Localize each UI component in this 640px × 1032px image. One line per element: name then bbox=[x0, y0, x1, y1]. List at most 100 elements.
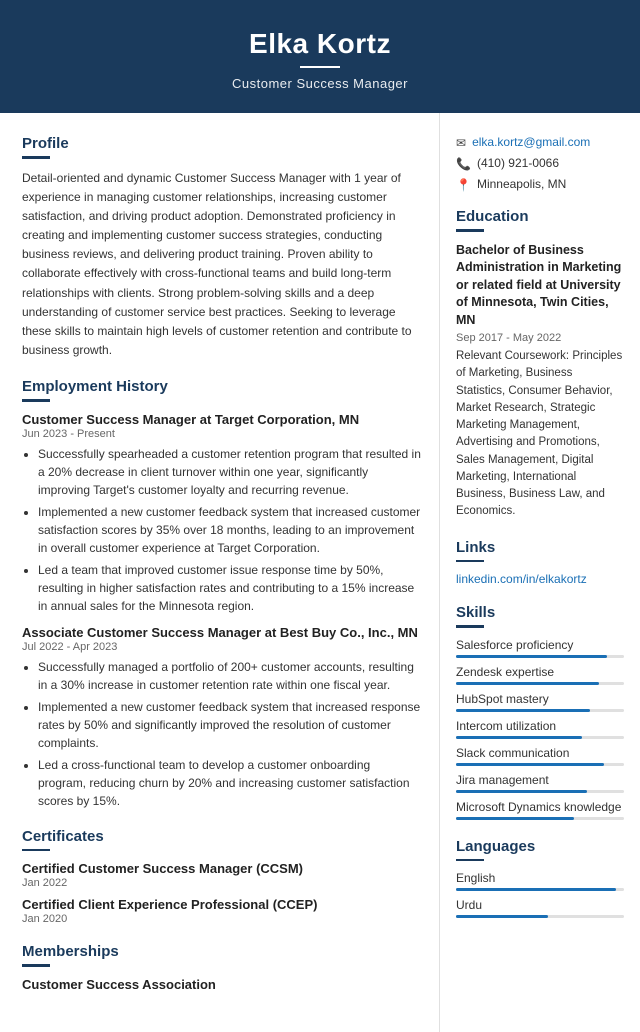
profile-title: Profile bbox=[22, 135, 421, 152]
skill-bar-bg-2 bbox=[456, 709, 624, 712]
skill-bar-bg-1 bbox=[456, 682, 624, 685]
skill-item-6: Microsoft Dynamics knowledge bbox=[456, 800, 624, 820]
languages-title: Languages bbox=[456, 838, 624, 855]
skill-bar-bg-3 bbox=[456, 736, 624, 739]
certificates-underline bbox=[22, 849, 50, 852]
skill-item-0: Salesforce proficiency bbox=[456, 638, 624, 658]
employment-section: Employment History Customer Success Mana… bbox=[22, 378, 421, 810]
email-link[interactable]: elka.kortz@gmail.com bbox=[472, 135, 590, 149]
languages-list: English Urdu bbox=[456, 871, 624, 918]
lang-bar-fill-1 bbox=[456, 915, 548, 918]
candidate-name: Elka Kortz bbox=[20, 28, 620, 60]
skill-name-4: Slack communication bbox=[456, 746, 624, 760]
header-divider bbox=[300, 66, 340, 68]
skills-section: Skills Salesforce proficiency Zendesk ex… bbox=[456, 604, 624, 820]
skill-bar-fill-5 bbox=[456, 790, 587, 793]
job-1-bullet-2: Implemented a new customer feedback syst… bbox=[38, 503, 421, 557]
coursework-text: Principles of Marketing, Business Statis… bbox=[456, 350, 622, 517]
cert-2-date: Jan 2020 bbox=[22, 913, 421, 925]
job-2-bullet-2: Implemented a new customer feedback syst… bbox=[38, 698, 421, 752]
profile-text: Detail-oriented and dynamic Customer Suc… bbox=[22, 169, 421, 361]
job-1-bullet-1: Successfully spearheaded a customer rete… bbox=[38, 445, 421, 499]
job-2-title: Associate Customer Success Manager at Be… bbox=[22, 625, 421, 640]
lang-bar-fill-0 bbox=[456, 888, 616, 891]
skill-name-0: Salesforce proficiency bbox=[456, 638, 624, 652]
certificates-section: Certificates Certified Customer Success … bbox=[22, 828, 421, 926]
skill-item-3: Intercom utilization bbox=[456, 719, 624, 739]
education-title: Education bbox=[456, 208, 624, 225]
job-1: Customer Success Manager at Target Corpo… bbox=[22, 412, 421, 615]
skill-name-2: HubSpot mastery bbox=[456, 692, 624, 706]
links-title: Links bbox=[456, 539, 624, 556]
skill-bar-fill-0 bbox=[456, 655, 607, 658]
cert-2: Certified Client Experience Professional… bbox=[22, 897, 421, 925]
location-icon: 📍 bbox=[456, 178, 471, 192]
skill-name-3: Intercom utilization bbox=[456, 719, 624, 733]
employment-underline bbox=[22, 399, 50, 402]
certificates-title: Certificates bbox=[22, 828, 421, 845]
contact-phone-item: 📞 (410) 921-0066 bbox=[456, 156, 624, 171]
skill-item-5: Jira management bbox=[456, 773, 624, 793]
edu-coursework: Relevant Coursework: Principles of Marke… bbox=[456, 348, 624, 521]
skills-underline bbox=[456, 625, 484, 628]
job-2: Associate Customer Success Manager at Be… bbox=[22, 625, 421, 810]
skill-item-2: HubSpot mastery bbox=[456, 692, 624, 712]
lang-item-0: English bbox=[456, 871, 624, 891]
cert-1-title: Certified Customer Success Manager (CCSM… bbox=[22, 861, 421, 876]
memberships-section: Memberships Customer Success Association bbox=[22, 943, 421, 992]
contact-phone: (410) 921-0066 bbox=[477, 156, 559, 170]
lang-bar-bg-0 bbox=[456, 888, 624, 891]
skill-bar-fill-1 bbox=[456, 682, 599, 685]
phone-icon: 📞 bbox=[456, 157, 471, 171]
links-section: Links linkedin.com/in/elkakortz bbox=[456, 539, 624, 587]
resume-header: Elka Kortz Customer Success Manager bbox=[0, 0, 640, 113]
skill-name-6: Microsoft Dynamics knowledge bbox=[456, 800, 624, 814]
skill-item-4: Slack communication bbox=[456, 746, 624, 766]
contact-location-item: 📍 Minneapolis, MN bbox=[456, 177, 624, 192]
skill-name-1: Zendesk expertise bbox=[456, 665, 624, 679]
links-underline bbox=[456, 560, 484, 563]
coursework-label: Relevant Coursework: bbox=[456, 350, 569, 362]
memberships-title: Memberships bbox=[22, 943, 421, 960]
skills-title: Skills bbox=[456, 604, 624, 621]
languages-underline bbox=[456, 859, 484, 862]
skills-list: Salesforce proficiency Zendesk expertise… bbox=[456, 638, 624, 820]
skill-item-1: Zendesk expertise bbox=[456, 665, 624, 685]
resume-body: Profile Detail-oriented and dynamic Cust… bbox=[0, 113, 640, 1032]
profile-section: Profile Detail-oriented and dynamic Cust… bbox=[22, 135, 421, 360]
skill-bar-fill-3 bbox=[456, 736, 582, 739]
membership-1: Customer Success Association bbox=[22, 977, 421, 992]
contact-email-item: ✉ elka.kortz@gmail.com bbox=[456, 135, 624, 150]
right-column: ✉ elka.kortz@gmail.com 📞 (410) 921-0066 … bbox=[440, 113, 640, 1032]
edu-degree: Bachelor of Business Administration in M… bbox=[456, 242, 624, 330]
job-2-bullets: Successfully managed a portfolio of 200+… bbox=[22, 658, 421, 810]
contact-section: ✉ elka.kortz@gmail.com 📞 (410) 921-0066 … bbox=[456, 135, 624, 192]
skill-bar-bg-6 bbox=[456, 817, 624, 820]
lang-name-0: English bbox=[456, 871, 624, 885]
job-1-title: Customer Success Manager at Target Corpo… bbox=[22, 412, 421, 427]
skill-bar-bg-0 bbox=[456, 655, 624, 658]
linkedin-link[interactable]: linkedin.com/in/elkakortz bbox=[456, 572, 624, 586]
job-1-bullet-3: Led a team that improved customer issue … bbox=[38, 561, 421, 615]
education-underline bbox=[456, 229, 484, 232]
job-2-dates: Jul 2022 - Apr 2023 bbox=[22, 641, 421, 653]
resume-container: Elka Kortz Customer Success Manager Prof… bbox=[0, 0, 640, 1032]
contact-location: Minneapolis, MN bbox=[477, 177, 566, 191]
job-2-bullet-1: Successfully managed a portfolio of 200+… bbox=[38, 658, 421, 694]
candidate-title: Customer Success Manager bbox=[20, 76, 620, 91]
memberships-underline bbox=[22, 964, 50, 967]
job-1-bullets: Successfully spearheaded a customer rete… bbox=[22, 445, 421, 615]
profile-underline bbox=[22, 156, 50, 159]
skill-bar-bg-4 bbox=[456, 763, 624, 766]
skill-bar-bg-5 bbox=[456, 790, 624, 793]
email-icon: ✉ bbox=[456, 136, 466, 150]
cert-1-date: Jan 2022 bbox=[22, 877, 421, 889]
lang-name-1: Urdu bbox=[456, 898, 624, 912]
skill-bar-fill-4 bbox=[456, 763, 604, 766]
skill-name-5: Jira management bbox=[456, 773, 624, 787]
lang-item-1: Urdu bbox=[456, 898, 624, 918]
skill-bar-fill-2 bbox=[456, 709, 590, 712]
employment-title: Employment History bbox=[22, 378, 421, 395]
lang-bar-bg-1 bbox=[456, 915, 624, 918]
languages-section: Languages English Urdu bbox=[456, 838, 624, 919]
